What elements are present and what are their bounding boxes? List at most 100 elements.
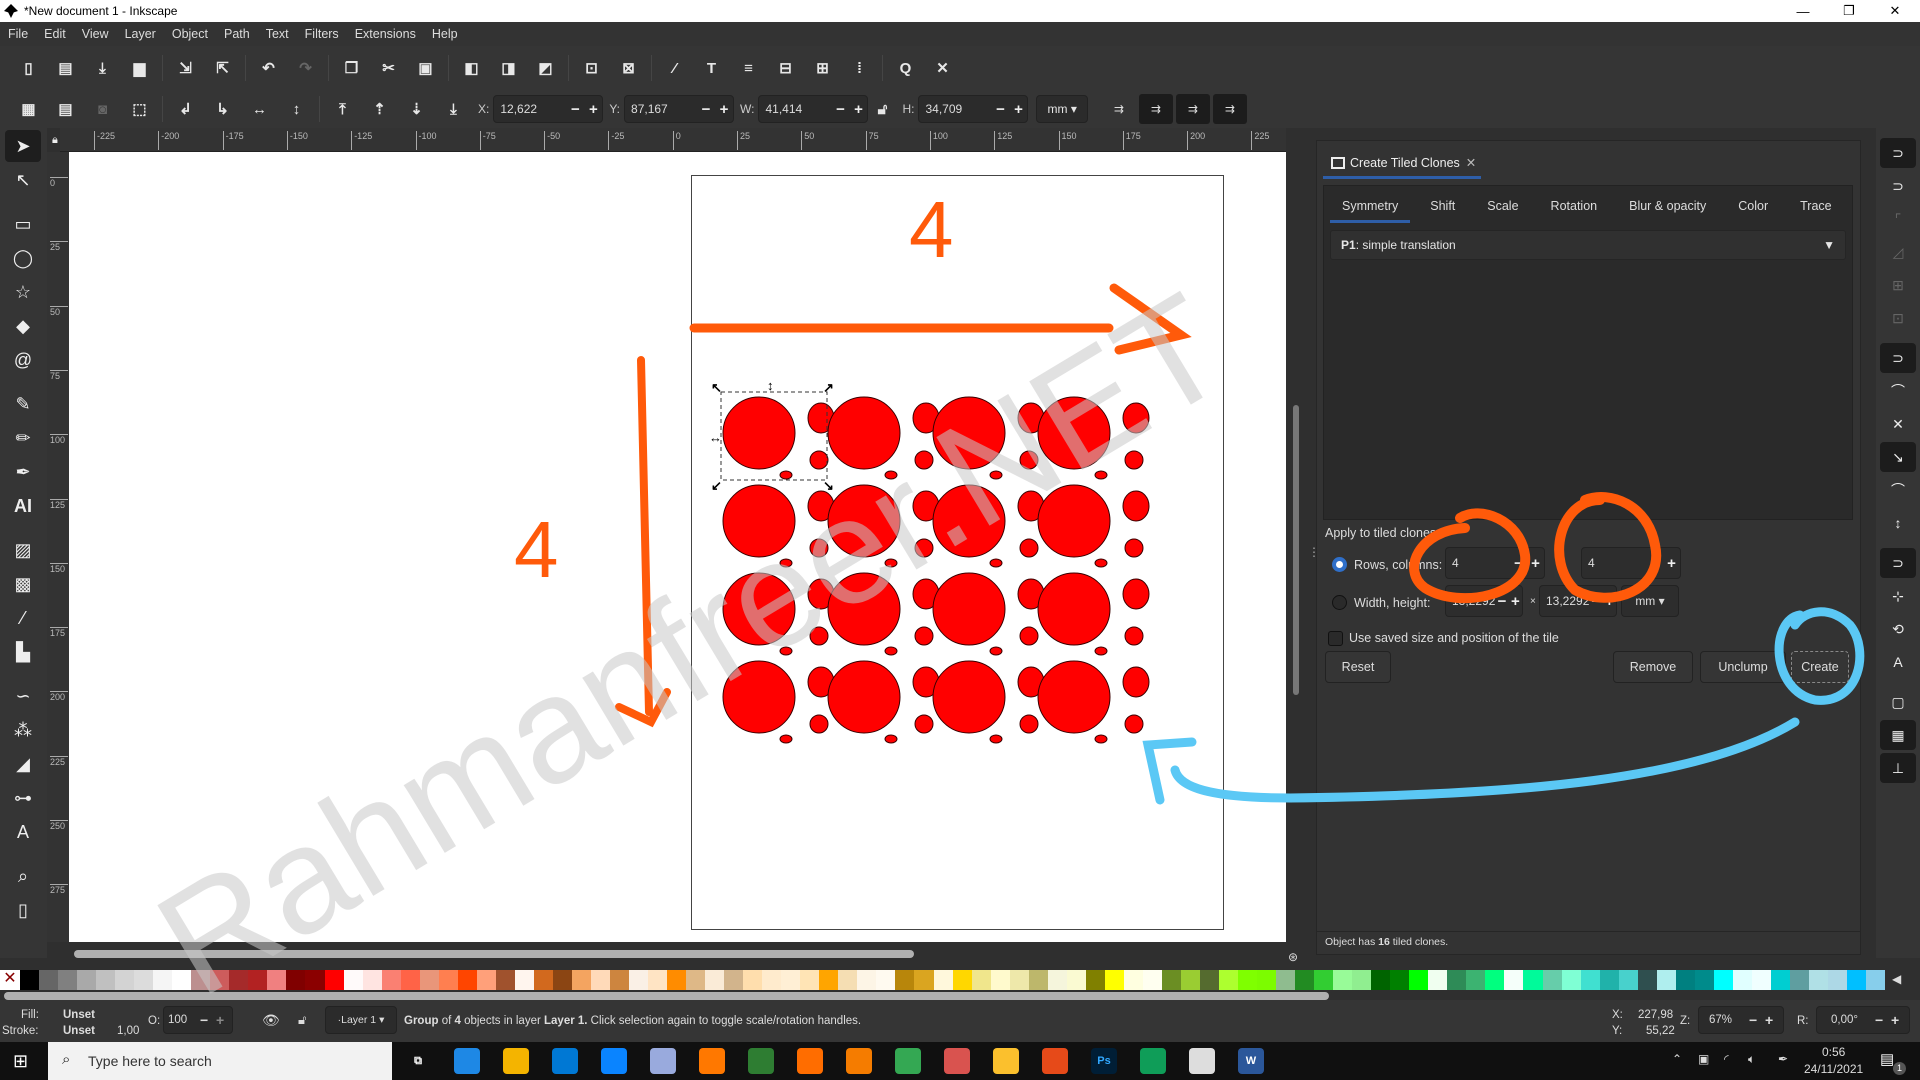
rotate-cw-icon[interactable]: ↳ [204,95,241,123]
tile-tiny-circle[interactable] [1094,734,1108,744]
selector-tool-icon[interactable]: ➤ [5,130,41,162]
color-swatch[interactable] [800,970,820,990]
swatch-none[interactable]: ✕ [0,970,20,990]
group-icon[interactable]: ⊡ [573,54,610,82]
color-swatch[interactable] [1485,970,1505,990]
unit-dropdown[interactable]: mm ▾ [1036,95,1088,123]
color-swatch[interactable] [1827,970,1847,990]
flip-horizontal-icon[interactable]: ↔ [241,95,278,123]
taskbar-app-media-player[interactable] [846,1048,872,1074]
color-swatch[interactable] [590,970,610,990]
color-swatch[interactable] [324,970,344,990]
paste-icon[interactable]: ▣ [407,54,444,82]
color-swatch[interactable] [1009,970,1029,990]
scale-corners-icon[interactable]: ⇉ [1138,94,1173,124]
tab-scale[interactable]: Scale [1475,189,1530,223]
color-swatch[interactable] [1713,970,1733,990]
node-tool-icon[interactable]: ↖ [5,164,41,196]
use-saved-checkbox[interactable] [1328,631,1343,646]
layer-lock-icon[interactable]: 🔓︎ [298,1012,306,1028]
color-swatch[interactable] [1447,970,1467,990]
tile-tiny-circle[interactable] [779,558,793,568]
y-increment[interactable]: + [715,101,733,118]
taskbar-app-firefox[interactable] [797,1048,823,1074]
opacity-input[interactable]: 100 [164,1014,200,1026]
taskbar-app-snipping-tool[interactable] [944,1048,970,1074]
tile-small-circle[interactable] [809,538,829,558]
color-swatch[interactable] [438,970,458,990]
color-swatch[interactable] [1314,970,1334,990]
color-swatch[interactable] [457,970,477,990]
transform-gradients-icon[interactable]: ⇉ [1175,94,1210,124]
paint-bucket-tool-icon[interactable]: ▙ [5,636,41,668]
color-swatch[interactable] [1637,970,1657,990]
color-swatch[interactable] [1409,970,1429,990]
color-swatch[interactable] [1142,970,1162,990]
undo-icon[interactable]: ↶ [250,54,287,82]
taskbar-app-word[interactable]: W [1238,1048,1264,1074]
color-swatch[interactable] [971,970,991,990]
color-swatch[interactable] [476,970,496,990]
color-swatch[interactable] [819,970,839,990]
tile-small-circle[interactable] [1019,626,1039,646]
snap-guides-icon[interactable]: ⊥ [1880,753,1916,783]
color-swatch[interactable] [1751,970,1771,990]
tweak-tool-icon[interactable]: ∽ [5,680,41,712]
color-swatch[interactable] [58,970,78,990]
taskbar-app-microsoft-store[interactable] [552,1048,578,1074]
color-swatch[interactable] [1694,970,1714,990]
lower-icon[interactable]: ⇣ [398,95,435,123]
width-input[interactable]: 13,2292 [1446,594,1495,608]
tile-tiny-circle[interactable] [989,734,1003,744]
color-swatch[interactable] [20,970,40,990]
stroke-width[interactable]: 1,00 [117,1025,139,1037]
color-swatch[interactable] [895,970,915,990]
color-swatch[interactable] [952,970,972,990]
snap-intersections-icon[interactable]: ✕ [1880,409,1916,439]
horizontal-scrollbar[interactable] [74,950,914,958]
snap-nodes-icon[interactable]: ⊃ [1880,343,1916,373]
menu-edit[interactable]: Edit [44,27,66,41]
taskbar-app-photoshop[interactable]: Ps [1091,1048,1117,1074]
close-dialog-icon[interactable]: ✕ [1466,155,1476,170]
snap-bbox-midpoints-icon[interactable]: ⊞ [1880,270,1916,300]
tile-small-circle[interactable] [809,714,829,734]
dock-handle-icon[interactable]: ⋮ [1308,545,1320,559]
menu-text[interactable]: Text [266,27,289,41]
taskbar-app-file-explorer[interactable] [503,1048,529,1074]
preferences-icon[interactable]: ✕ [924,54,961,82]
tile-tiny-circle[interactable] [884,470,898,480]
rotation-input[interactable]: 0,00° [1817,1014,1875,1026]
color-swatch[interactable] [1428,970,1448,990]
tile-large-circle[interactable] [1037,660,1111,734]
color-swatch[interactable] [1047,970,1067,990]
menu-file[interactable]: File [8,27,28,41]
dropper-tool-icon[interactable]: ⁄ [5,602,41,634]
palette-scrollbar[interactable] [4,992,1329,1000]
align-distribute-icon[interactable]: ⁞ [841,54,878,82]
color-swatch[interactable] [933,970,953,990]
tile-large-circle[interactable] [932,572,1006,646]
color-swatch[interactable] [1466,970,1486,990]
height-input[interactable]: 13,2292 [1540,594,1589,608]
taskbar-app-edge[interactable] [454,1048,480,1074]
palette-menu-icon[interactable]: ◀ [1892,972,1901,986]
opacity-increment[interactable]: + [216,1012,232,1028]
color-swatch[interactable] [648,970,668,990]
tile-tiny-circle[interactable] [989,646,1003,656]
zoom-out-button[interactable]: − [1749,1012,1765,1028]
tile-large-circle[interactable] [827,396,901,470]
color-swatch[interactable] [1618,970,1638,990]
width-increment[interactable]: + [1509,593,1522,610]
tile-tiny-circle[interactable] [884,734,898,744]
color-swatch[interactable] [1352,970,1372,990]
w-decrement[interactable]: − [831,101,849,118]
color-swatch[interactable] [743,970,763,990]
h-input[interactable]: 34,709 [919,102,991,116]
tile-small-circle[interactable] [1124,538,1144,558]
taskbar-app-chrome[interactable] [895,1048,921,1074]
tile-medium-circle[interactable] [1122,402,1150,434]
taskbar-app-notepad[interactable] [650,1048,676,1074]
color-swatch[interactable] [210,970,230,990]
rows-columns-radio[interactable] [1332,557,1347,572]
